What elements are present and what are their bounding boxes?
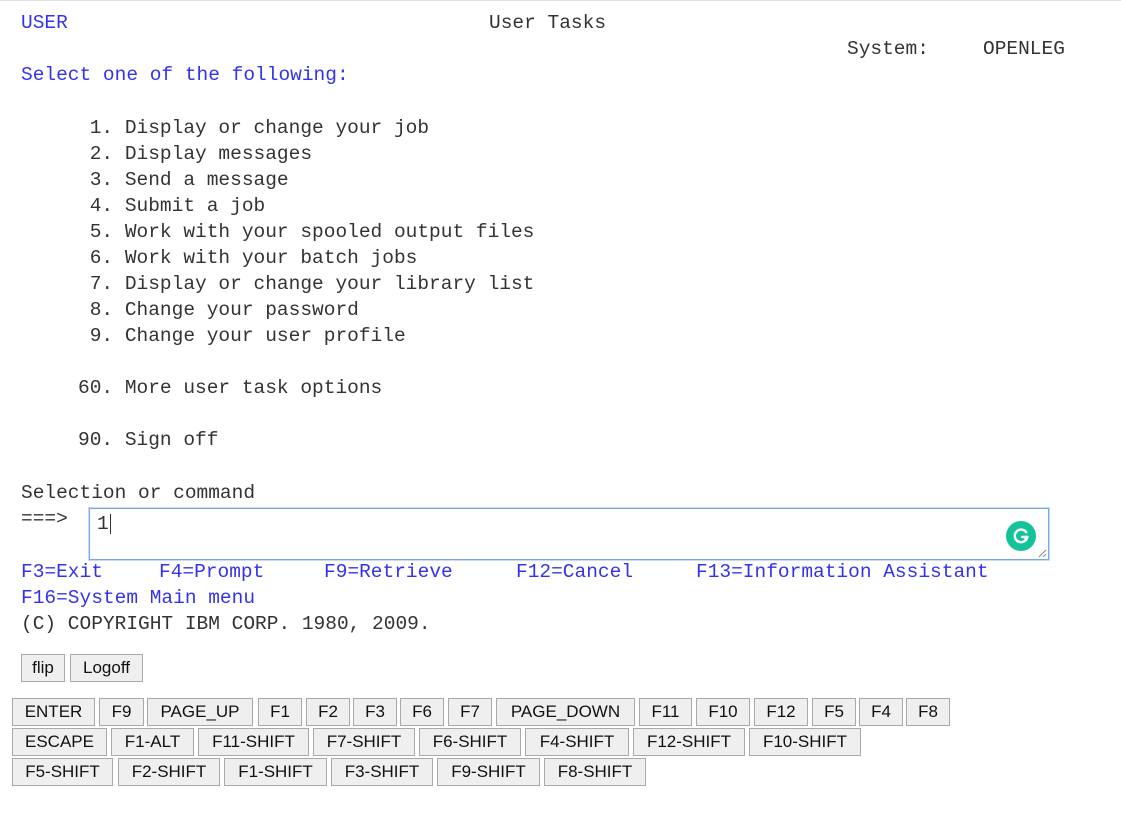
key-f10-button[interactable]: F10 <box>696 698 750 726</box>
flip-button[interactable]: flip <box>21 654 65 682</box>
menu-item-label: Display or change your library list <box>124 273 535 295</box>
key-f4-button[interactable]: F4 <box>859 698 903 726</box>
key-f11-button[interactable]: F11 <box>639 698 692 726</box>
page-title: User Tasks <box>489 12 607 34</box>
system-label: System: <box>847 38 929 60</box>
menu-item-label: Sign off <box>124 429 219 451</box>
menu-item-number: 8. <box>78 299 114 321</box>
menu-item-5[interactable]: 5. Work with your spooled output files <box>78 220 535 244</box>
key-f1-button[interactable]: F1 <box>258 698 302 726</box>
key-escape-button[interactable]: ESCAPE <box>12 728 107 756</box>
fkey-f13[interactable]: F13=Information Assistant <box>696 560 989 584</box>
menu-item-number: 60. <box>78 377 114 399</box>
menu-item-label: Change your password <box>124 299 359 321</box>
key-f1-alt-button[interactable]: F1-ALT <box>111 728 194 756</box>
command-label: Selection or command <box>21 482 256 504</box>
menu-item-label: More user task options <box>124 377 383 399</box>
command-input[interactable]: 1 <box>89 508 1049 560</box>
menu-item-number: 1. <box>78 117 114 139</box>
menu-item-number: 9. <box>78 325 114 347</box>
resize-handle-icon[interactable] <box>1037 548 1047 558</box>
fkey-f12[interactable]: F12=Cancel <box>516 560 633 584</box>
key-f6-button[interactable]: F6 <box>400 698 444 726</box>
menu-item-3[interactable]: 3. Send a message <box>78 168 289 192</box>
menu-item-label: Display messages <box>124 143 313 165</box>
system-name: OPENLEG <box>983 38 1065 60</box>
fkey-f9[interactable]: F9=Retrieve <box>324 560 453 584</box>
fkey-f16[interactable]: F16=System Main menu <box>21 586 255 610</box>
menu-item-9[interactable]: 9. Change your user profile <box>78 324 406 348</box>
menu-item-7[interactable]: 7. Display or change your library list <box>78 272 535 296</box>
key-f9-button[interactable]: F9 <box>99 698 144 726</box>
key-f12-shift-button[interactable]: F12-SHIFT <box>633 728 745 756</box>
menu-item-label: Send a message <box>124 169 289 191</box>
menu-item-4[interactable]: 4. Submit a job <box>78 194 266 218</box>
menu-item-number: 4. <box>78 195 114 217</box>
key-page-down-button[interactable]: PAGE_DOWN <box>496 698 635 726</box>
menu-item-label: Submit a job <box>124 195 266 217</box>
key-f3-shift-button[interactable]: F3-SHIFT <box>331 758 433 786</box>
menu-item-label: Work with your batch jobs <box>124 247 418 269</box>
key-f1-shift-button[interactable]: F1-SHIFT <box>224 758 327 786</box>
key-f9-shift-button[interactable]: F9-SHIFT <box>437 758 540 786</box>
key-f7-shift-button[interactable]: F7-SHIFT <box>313 728 415 756</box>
key-page-up-button[interactable]: PAGE_UP <box>147 698 253 726</box>
key-f6-shift-button[interactable]: F6-SHIFT <box>419 728 521 756</box>
menu-item-8[interactable]: 8. Change your password <box>78 298 359 322</box>
key-f3-button[interactable]: F3 <box>353 698 397 726</box>
menu-item-number: 3. <box>78 169 114 191</box>
menu-item-number: 2. <box>78 143 114 165</box>
menu-item-number: 6. <box>78 247 114 269</box>
screen-id: USER <box>21 12 68 34</box>
copyright-text: (C) COPYRIGHT IBM CORP. 1980, 2009. <box>21 613 431 635</box>
grammarly-glyph <box>1013 528 1029 544</box>
menu-item-1[interactable]: 1. Display or change your job <box>78 116 429 140</box>
key-f8-button[interactable]: F8 <box>906 698 950 726</box>
menu-item-number: 90. <box>78 429 114 451</box>
command-input-value: 1 <box>97 513 109 535</box>
grammarly-icon[interactable] <box>1006 521 1036 551</box>
key-f12-button[interactable]: F12 <box>754 698 808 726</box>
top-border <box>0 0 1121 1</box>
menu-item-label: Work with your spooled output files <box>124 221 535 243</box>
key-f2-button[interactable]: F2 <box>306 698 350 726</box>
menu-item-number: 5. <box>78 221 114 243</box>
key-f5-button[interactable]: F5 <box>812 698 856 726</box>
key-f2-shift-button[interactable]: F2-SHIFT <box>118 758 220 786</box>
menu-item-60[interactable]: 60. More user task options <box>78 376 382 400</box>
logoff-button[interactable]: Logoff <box>70 654 143 682</box>
menu-item-2[interactable]: 2. Display messages <box>78 142 312 166</box>
menu-item-6[interactable]: 6. Work with your batch jobs <box>78 246 418 270</box>
key-f5-shift-button[interactable]: F5-SHIFT <box>12 758 113 786</box>
key-enter-button[interactable]: ENTER <box>12 698 95 726</box>
menu-item-label: Change your user profile <box>124 325 406 347</box>
text-cursor <box>109 513 111 534</box>
menu-item-90[interactable]: 90. Sign off <box>78 428 218 452</box>
key-f4-shift-button[interactable]: F4-SHIFT <box>525 728 629 756</box>
command-prompt: ===> <box>21 508 68 530</box>
instruction-text: Select one of the following: <box>21 64 349 86</box>
key-f10-shift-button[interactable]: F10-SHIFT <box>749 728 861 756</box>
command-input-value-wrap: 1 <box>97 512 111 536</box>
menu-item-label: Display or change your job <box>124 117 430 139</box>
key-f11-shift-button[interactable]: F11-SHIFT <box>198 728 309 756</box>
menu-item-number: 7. <box>78 273 114 295</box>
fkey-f4[interactable]: F4=Prompt <box>159 560 264 584</box>
key-f7-button[interactable]: F7 <box>448 698 492 726</box>
key-f8-shift-button[interactable]: F8-SHIFT <box>544 758 646 786</box>
fkey-f3[interactable]: F3=Exit <box>21 560 103 584</box>
